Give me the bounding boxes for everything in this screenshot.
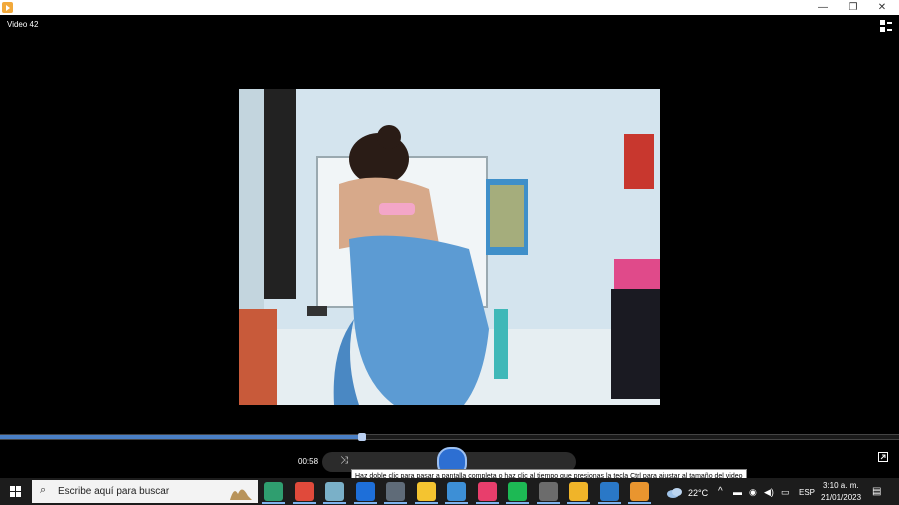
app-running-indicator [292, 502, 316, 504]
spotify-icon[interactable] [508, 482, 527, 501]
app-running-indicator [323, 502, 346, 504]
taskbar-search[interactable]: ⌕ Escribe aquí para buscar [32, 480, 258, 503]
app-running-indicator [475, 502, 499, 504]
chrome-icon[interactable] [294, 482, 314, 501]
clock-time[interactable]: 3:10 a. m. [823, 481, 859, 490]
taskbar: ⌕ Escribe aquí para buscar 22°C ^ ▬ ◉ ◀)… [0, 478, 899, 505]
photos-icon[interactable] [447, 482, 466, 501]
app-running-indicator [506, 502, 529, 504]
teamviewer-icon[interactable] [355, 482, 375, 501]
notifications-icon[interactable]: ▤ [872, 486, 881, 497]
app-pink-icon[interactable] [477, 482, 497, 501]
app-running-indicator [353, 502, 377, 504]
expand-icon[interactable] [878, 452, 888, 462]
app-running-indicator [414, 502, 438, 504]
language-indicator[interactable]: ESP [799, 488, 815, 497]
app-running-indicator [445, 502, 468, 504]
camera-icon[interactable] [386, 482, 405, 501]
seek-bar[interactable] [0, 433, 899, 441]
media-player-icon[interactable] [630, 482, 649, 501]
shuffle-icon[interactable]: ⤨ [340, 455, 348, 466]
weather-cloud-icon [667, 488, 682, 498]
video-scene [239, 89, 660, 405]
seek-handle[interactable] [358, 433, 367, 441]
app-running-indicator [536, 502, 560, 504]
window-titlebar: — ❐ ✕ [0, 0, 899, 15]
notepad-icon[interactable] [325, 482, 344, 501]
search-icon: ⌕ [40, 484, 47, 496]
minimize-button[interactable]: — [808, 0, 838, 15]
edge-icon[interactable] [264, 482, 283, 501]
search-placeholder: Escribe aquí para buscar [58, 486, 170, 497]
video-player[interactable]: Video 42 00:58 ⤨ Haz doble clic para pas… [0, 15, 899, 484]
files-icon[interactable] [416, 482, 436, 501]
app-running-indicator [597, 502, 621, 504]
windows-start-icon[interactable] [10, 486, 21, 497]
seek-progress [0, 435, 363, 439]
app-running-indicator [567, 502, 590, 504]
close-button[interactable]: ✕ [867, 0, 897, 15]
file-explorer-icon[interactable] [569, 482, 588, 501]
image-editor-icon[interactable] [599, 482, 619, 501]
current-time: 00:58 [298, 457, 319, 466]
video-frame[interactable] [239, 89, 660, 405]
restore-button[interactable]: ❐ [838, 0, 868, 15]
weather-temp[interactable]: 22°C [688, 488, 708, 498]
battery-icon[interactable]: ▬ [733, 487, 742, 497]
app-running-indicator [384, 502, 407, 504]
volume-icon[interactable]: ◀) [764, 487, 774, 498]
search-highlight-icon [230, 489, 252, 500]
webcam-icon[interactable] [538, 482, 558, 501]
display-icon[interactable]: ▭ [781, 487, 790, 498]
network-icon[interactable]: ◉ [749, 487, 757, 498]
playlist-view-icon[interactable] [880, 20, 892, 32]
tray-chevron-icon[interactable]: ^ [718, 486, 723, 497]
video-title: Video 42 [7, 20, 39, 29]
app-running-indicator [262, 502, 285, 504]
media-player-app-icon [2, 2, 13, 13]
clock-date[interactable]: 21/01/2023 [821, 493, 861, 502]
app-running-indicator [628, 502, 651, 504]
